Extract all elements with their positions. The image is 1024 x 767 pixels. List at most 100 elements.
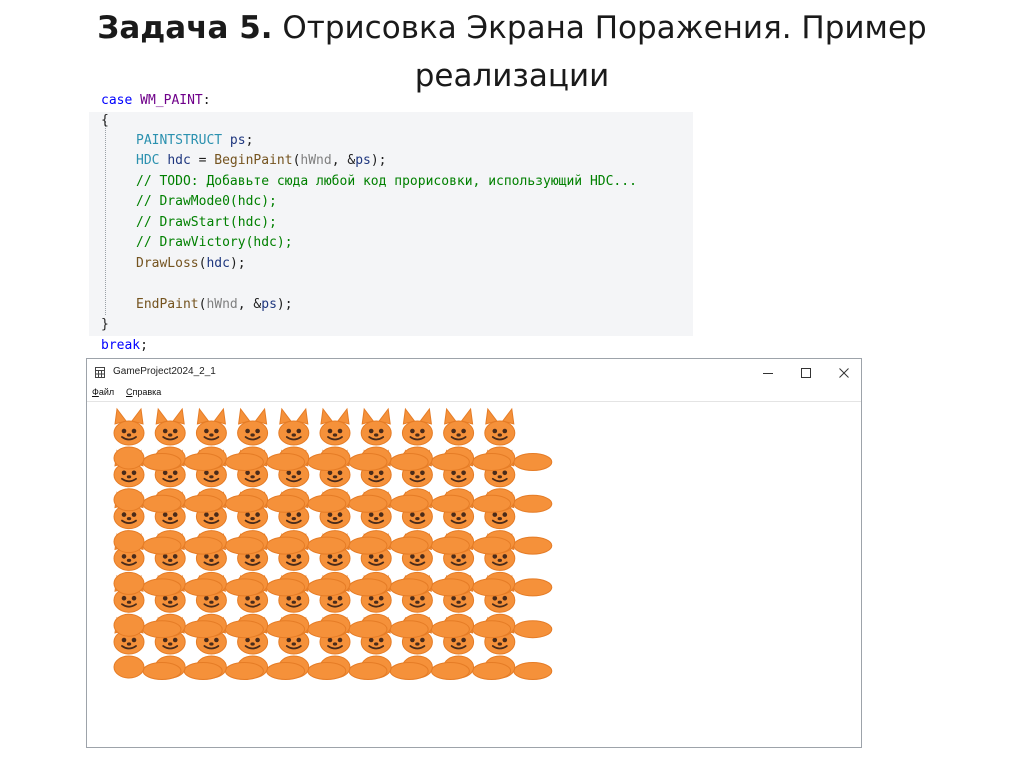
- fox-tail: [348, 662, 388, 680]
- fox-nose: [497, 475, 502, 479]
- fox-eye: [378, 554, 384, 559]
- wm-paint-macro: WM_PAINT: [140, 93, 203, 108]
- fox-nose: [250, 517, 255, 521]
- fox-nose: [456, 558, 461, 562]
- fox-eye: [214, 637, 219, 643]
- maximize-button[interactable]: [791, 363, 821, 383]
- fox-tail: [513, 662, 553, 680]
- fox-eye: [162, 637, 168, 643]
- fox-eye: [492, 428, 498, 434]
- fox-eye: [420, 470, 425, 476]
- fox-eye: [410, 595, 415, 601]
- fox-nose: [456, 600, 461, 604]
- fox-eye: [214, 470, 219, 476]
- fox-tail: [224, 494, 264, 513]
- fox-head: [319, 420, 351, 446]
- fox-eye: [255, 512, 260, 517]
- fox-eye: [368, 637, 374, 643]
- fox-eye: [131, 470, 137, 476]
- fox-nose: [126, 642, 132, 646]
- fox-eye: [368, 595, 374, 601]
- fox-eye: [286, 512, 292, 517]
- fox-eye: [245, 428, 250, 434]
- fox-eye: [368, 554, 374, 559]
- menu-help[interactable]: Справка: [126, 387, 161, 397]
- minimize-button[interactable]: [753, 363, 783, 383]
- fox-nose: [250, 600, 255, 604]
- fox-eye: [131, 595, 137, 601]
- fox-eye: [245, 595, 250, 601]
- fox-eye: [245, 512, 250, 517]
- fox-eye: [502, 595, 508, 601]
- fox-tail: [307, 494, 347, 513]
- fox-eye: [327, 554, 333, 559]
- assign-operator: =: [190, 153, 215, 168]
- fox-tail: [348, 536, 388, 555]
- fox-eye: [502, 470, 508, 476]
- fox-eye: [296, 554, 302, 559]
- fox-nose: [332, 642, 338, 646]
- fox-nose: [209, 600, 214, 604]
- fox-eye: [286, 637, 292, 643]
- fox-tail: [307, 620, 347, 639]
- fox-nose: [332, 517, 338, 521]
- fox-eye: [296, 512, 302, 517]
- fox-nose: [209, 475, 214, 479]
- fox-eye: [378, 428, 384, 434]
- fox-eye: [172, 554, 178, 559]
- fox-eye: [461, 470, 466, 476]
- fox-eye: [121, 595, 127, 601]
- fox-nose: [374, 600, 379, 604]
- window-titlebar[interactable]: GameProject2024_2_1: [87, 359, 861, 387]
- code-line-beginpaint: HDC hdc = BeginPaint(hWnd, &ps);: [136, 151, 387, 171]
- fox-eye: [461, 428, 466, 434]
- fox-nose: [374, 475, 379, 479]
- fox-eye: [286, 595, 292, 601]
- fox-nose: [456, 433, 461, 437]
- case-colon: :: [202, 93, 211, 108]
- fox-eye: [131, 554, 137, 559]
- game-canvas: [87, 402, 861, 747]
- fox-eye: [502, 554, 508, 559]
- fox-tail: [307, 662, 347, 680]
- drawloss-function: DrawLoss: [136, 256, 199, 271]
- fox-tail: [183, 578, 223, 597]
- fox-eye: [327, 637, 333, 643]
- maximize-icon: [801, 368, 811, 378]
- fox-tail: [348, 620, 388, 639]
- fox-body: [113, 655, 145, 679]
- fox-eye: [245, 637, 250, 643]
- code-line-endpaint: EndPaint(hWnd, &ps);: [136, 295, 293, 315]
- fox-eye: [121, 512, 127, 517]
- fox-tail: [266, 620, 306, 639]
- fox-nose: [250, 475, 255, 479]
- fox-eye: [204, 637, 209, 643]
- fox-nose: [168, 517, 173, 521]
- menu-file[interactable]: Файл: [92, 387, 114, 397]
- fox-eye: [410, 554, 415, 559]
- beginpaint-separator: , &: [331, 153, 356, 168]
- fox-nose: [374, 517, 379, 521]
- endpaint-function: EndPaint: [136, 297, 199, 312]
- code-line-drawloss: DrawLoss(hdc);: [136, 254, 246, 274]
- fox-eye: [410, 512, 415, 517]
- fox-nose: [497, 600, 502, 604]
- fox-eye: [461, 512, 466, 517]
- fox-tail: [513, 620, 553, 639]
- fox-tail: [472, 453, 512, 471]
- fox-nose: [497, 433, 502, 437]
- fox-tail: [142, 494, 182, 513]
- fox-tail: [348, 453, 388, 471]
- fox-nose: [168, 475, 173, 479]
- fox-tail: [266, 494, 306, 513]
- fox-nose: [291, 517, 296, 521]
- fox-eye: [131, 512, 137, 517]
- fox-tail: [224, 620, 264, 639]
- fox-tail: [430, 662, 470, 680]
- fox-tail: [266, 578, 306, 597]
- fox-eye: [121, 554, 127, 559]
- fox-eye: [131, 428, 137, 434]
- fox-eye: [162, 595, 168, 601]
- fox-body: [113, 488, 145, 512]
- close-button[interactable]: [829, 363, 859, 383]
